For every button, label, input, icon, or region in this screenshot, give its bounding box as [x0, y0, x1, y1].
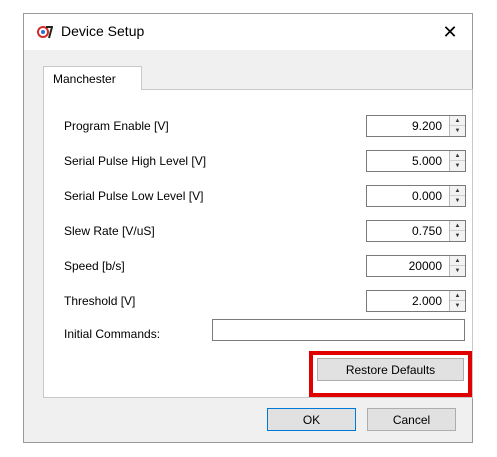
device-setup-dialog: Device Setup ✕ Manchester Program Enable…	[23, 13, 473, 443]
restore-defaults-button[interactable]: Restore Defaults	[317, 358, 464, 381]
initial-commands-label: Initial Commands:	[64, 327, 161, 341]
tab-manchester[interactable]: Manchester	[43, 66, 142, 90]
program-enable-label: Program Enable [V]	[64, 119, 169, 133]
speed-label: Speed [b/s]	[64, 259, 125, 273]
threshold-spinner[interactable]: 2.000 ▲ ▼	[366, 290, 466, 312]
serial-pulse-high-spinner[interactable]: 5.000 ▲ ▼	[366, 150, 466, 172]
ok-button[interactable]: OK	[267, 408, 356, 431]
slew-rate-value[interactable]: 0.750	[367, 221, 445, 241]
program-enable-spinner[interactable]: 9.200 ▲ ▼	[366, 115, 466, 137]
spin-down-icon[interactable]: ▼	[450, 231, 465, 241]
serial-pulse-low-value[interactable]: 0.000	[367, 186, 445, 206]
threshold-value[interactable]: 2.000	[367, 291, 445, 311]
spin-down-icon[interactable]: ▼	[450, 126, 465, 136]
spin-down-icon[interactable]: ▼	[450, 301, 465, 311]
spin-up-icon[interactable]: ▲	[450, 116, 465, 126]
threshold-label: Threshold [V]	[64, 294, 136, 308]
app-icon	[37, 26, 53, 39]
program-enable-value[interactable]: 9.200	[367, 116, 445, 136]
spin-up-icon[interactable]: ▲	[450, 221, 465, 231]
spin-down-icon[interactable]: ▼	[450, 161, 465, 171]
speed-value[interactable]: 20000	[367, 256, 445, 276]
serial-pulse-low-label: Serial Pulse Low Level [V]	[64, 189, 204, 203]
serial-pulse-high-label: Serial Pulse High Level [V]	[64, 154, 207, 168]
spin-up-icon[interactable]: ▲	[450, 291, 465, 301]
spin-up-icon[interactable]: ▲	[450, 256, 465, 266]
serial-pulse-low-spinner[interactable]: 0.000 ▲ ▼	[366, 185, 466, 207]
title-bar: Device Setup ✕	[24, 14, 472, 50]
speed-spinner[interactable]: 20000 ▲ ▼	[366, 255, 466, 277]
spin-up-icon[interactable]: ▲	[450, 186, 465, 196]
slew-rate-label: Slew Rate [V/uS]	[64, 224, 155, 238]
spin-down-icon[interactable]: ▼	[450, 266, 465, 276]
window-title: Device Setup	[61, 23, 145, 39]
slew-rate-spinner[interactable]: 0.750 ▲ ▼	[366, 220, 466, 242]
cancel-button[interactable]: Cancel	[367, 408, 456, 431]
close-button[interactable]: ✕	[428, 14, 472, 50]
spin-down-icon[interactable]: ▼	[450, 196, 465, 206]
serial-pulse-high-value[interactable]: 5.000	[367, 151, 445, 171]
spin-up-icon[interactable]: ▲	[450, 151, 465, 161]
initial-commands-input[interactable]	[212, 319, 465, 341]
close-icon: ✕	[442, 21, 458, 42]
